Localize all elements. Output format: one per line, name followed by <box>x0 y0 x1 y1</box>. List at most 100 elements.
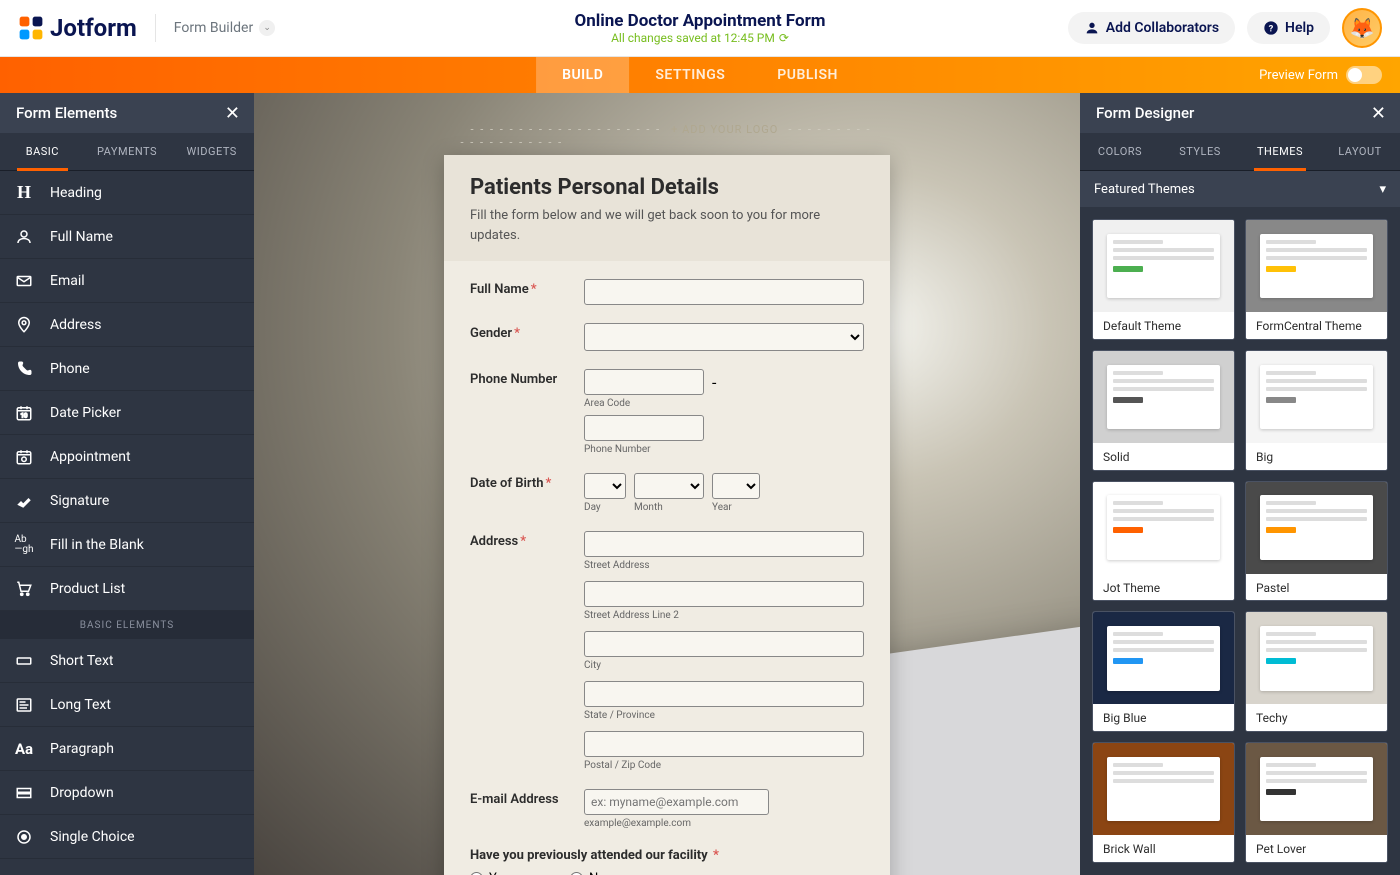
element-fill-in-the-blank[interactable]: Ab—ghFill in the Blank <box>0 523 254 567</box>
toggle-switch[interactable] <box>1346 66 1382 84</box>
theme-big[interactable]: Big <box>1245 350 1388 471</box>
element-long-text[interactable]: Long Text <box>0 683 254 727</box>
element-full-name[interactable]: Full Name <box>0 215 254 259</box>
theme-solid[interactable]: Solid <box>1092 350 1235 471</box>
form-preview[interactable]: Patients Personal Details Fill the form … <box>444 155 890 875</box>
theme-big-blue[interactable]: Big Blue <box>1092 611 1235 732</box>
form-canvas[interactable]: + ADD YOUR LOGO Patients Personal Detail… <box>254 93 1080 875</box>
tab-build[interactable]: BUILD <box>536 57 629 93</box>
label-email: E-mail Address <box>470 789 584 829</box>
header-actions: Add Collaborators ? Help 🦊 <box>1068 8 1382 48</box>
help-label: Help <box>1285 20 1314 36</box>
sign-icon <box>14 492 34 510</box>
label-fullname: Full Name <box>470 282 529 297</box>
input-email[interactable] <box>584 789 769 815</box>
theme-pet-lover[interactable]: Pet Lover <box>1245 742 1388 863</box>
theme-default-theme[interactable]: Default Theme <box>1092 219 1235 340</box>
select-gender[interactable] <box>584 323 864 351</box>
element-email[interactable]: Email <box>0 259 254 303</box>
element-signature[interactable]: Signature <box>0 479 254 523</box>
theme-thumbnail <box>1246 743 1387 835</box>
element-label: Date Picker <box>50 405 121 421</box>
select-month[interactable] <box>634 473 704 499</box>
themes-grid: Default ThemeFormCentral Theme Solid BigJo… <box>1080 207 1400 875</box>
close-icon[interactable]: ✕ <box>1371 103 1386 124</box>
element-date-picker[interactable]: 10Date Picker <box>0 391 254 435</box>
input-street[interactable] <box>584 531 864 557</box>
form-title-block: Online Doctor Appointment Form All chang… <box>574 11 825 45</box>
element-label: Dropdown <box>50 785 114 801</box>
element-address[interactable]: Address <box>0 303 254 347</box>
tab-themes[interactable]: THEMES <box>1240 133 1320 170</box>
theme-brick-wall[interactable]: Brick Wall <box>1092 742 1235 863</box>
section-basic-elements: BASIC ELEMENTS <box>0 611 254 639</box>
add-collab-label: Add Collaborators <box>1106 20 1219 36</box>
input-city[interactable] <box>584 631 864 657</box>
element-short-text[interactable]: Short Text <box>0 639 254 683</box>
select-day[interactable] <box>584 473 626 499</box>
input-postal[interactable] <box>584 731 864 757</box>
main-tabs-bar: BUILD SETTINGS PUBLISH Preview Form <box>0 57 1400 93</box>
user-icon <box>14 228 34 246</box>
theme-formcentral-theme[interactable]: FormCentral Theme <box>1245 219 1388 340</box>
theme-techy[interactable]: Techy <box>1245 611 1388 732</box>
chevron-down-icon: ⌄ <box>259 20 275 36</box>
form-builder-dropdown[interactable]: Form Builder ⌄ <box>174 20 275 36</box>
long-icon <box>14 696 34 714</box>
theme-thumbnail <box>1246 220 1387 312</box>
right-panel-header: Form Designer ✕ <box>1080 93 1400 133</box>
tab-payments[interactable]: PAYMENTS <box>85 133 170 170</box>
preview-form-toggle[interactable]: Preview Form <box>1259 66 1382 84</box>
divider <box>155 14 156 42</box>
add-logo-hint[interactable]: + ADD YOUR LOGO <box>461 123 874 149</box>
tab-colors[interactable]: COLORS <box>1080 133 1160 170</box>
close-icon[interactable]: ✕ <box>225 103 240 124</box>
input-state[interactable] <box>584 681 864 707</box>
select-year[interactable] <box>712 473 760 499</box>
para-icon: Aa <box>14 740 34 758</box>
page-title[interactable]: Online Doctor Appointment Form <box>574 11 825 31</box>
right-panel-title: Form Designer <box>1096 104 1194 122</box>
element-label: Email <box>50 273 85 289</box>
element-heading[interactable]: HHeading <box>0 171 254 215</box>
cart-icon <box>14 580 34 598</box>
radio-yes[interactable]: Yes <box>470 871 510 875</box>
theme-thumbnail <box>1093 351 1234 443</box>
phone-icon <box>14 360 34 378</box>
theme-name-label: Solid <box>1093 443 1234 471</box>
help-button[interactable]: ? Help <box>1247 12 1330 44</box>
element-product-list[interactable]: Product List <box>0 567 254 611</box>
form-title: Patients Personal Details <box>470 175 864 200</box>
element-appointment[interactable]: Appointment <box>0 435 254 479</box>
user-icon <box>1084 20 1100 36</box>
radio-icon <box>14 828 34 846</box>
tab-basic[interactable]: BASIC <box>0 133 85 170</box>
sub-areacode: Area Code <box>584 398 704 409</box>
radio-no[interactable]: No <box>570 871 606 875</box>
input-fullname[interactable] <box>584 279 864 305</box>
input-areacode[interactable] <box>584 369 704 395</box>
element-phone[interactable]: Phone <box>0 347 254 391</box>
tab-publish[interactable]: PUBLISH <box>751 57 864 93</box>
short-icon <box>14 652 34 670</box>
logo[interactable]: Jotform <box>18 14 137 42</box>
form-builder-label: Form Builder <box>174 20 253 36</box>
theme-jot-theme[interactable]: Jot Theme <box>1092 481 1235 602</box>
tab-layout[interactable]: LAYOUT <box>1320 133 1400 170</box>
add-collaborators-button[interactable]: Add Collaborators <box>1068 12 1235 44</box>
app-header: Jotform Form Builder ⌄ Online Doctor App… <box>0 0 1400 57</box>
element-dropdown[interactable]: Dropdown <box>0 771 254 815</box>
tab-widgets[interactable]: WIDGETS <box>169 133 254 170</box>
themes-dropdown[interactable]: Featured Themes ▾ <box>1080 171 1400 207</box>
avatar[interactable]: 🦊 <box>1342 8 1382 48</box>
tab-settings[interactable]: SETTINGS <box>629 57 751 93</box>
input-phonenumber[interactable] <box>584 415 704 441</box>
tab-styles[interactable]: STYLES <box>1160 133 1240 170</box>
element-single-choice[interactable]: Single Choice <box>0 815 254 859</box>
theme-pastel[interactable]: Pastel <box>1245 481 1388 602</box>
theme-thumbnail <box>1093 743 1234 835</box>
input-street2[interactable] <box>584 581 864 607</box>
theme-thumbnail <box>1246 482 1387 574</box>
element-paragraph[interactable]: AaParagraph <box>0 727 254 771</box>
element-label: Fill in the Blank <box>50 537 144 553</box>
